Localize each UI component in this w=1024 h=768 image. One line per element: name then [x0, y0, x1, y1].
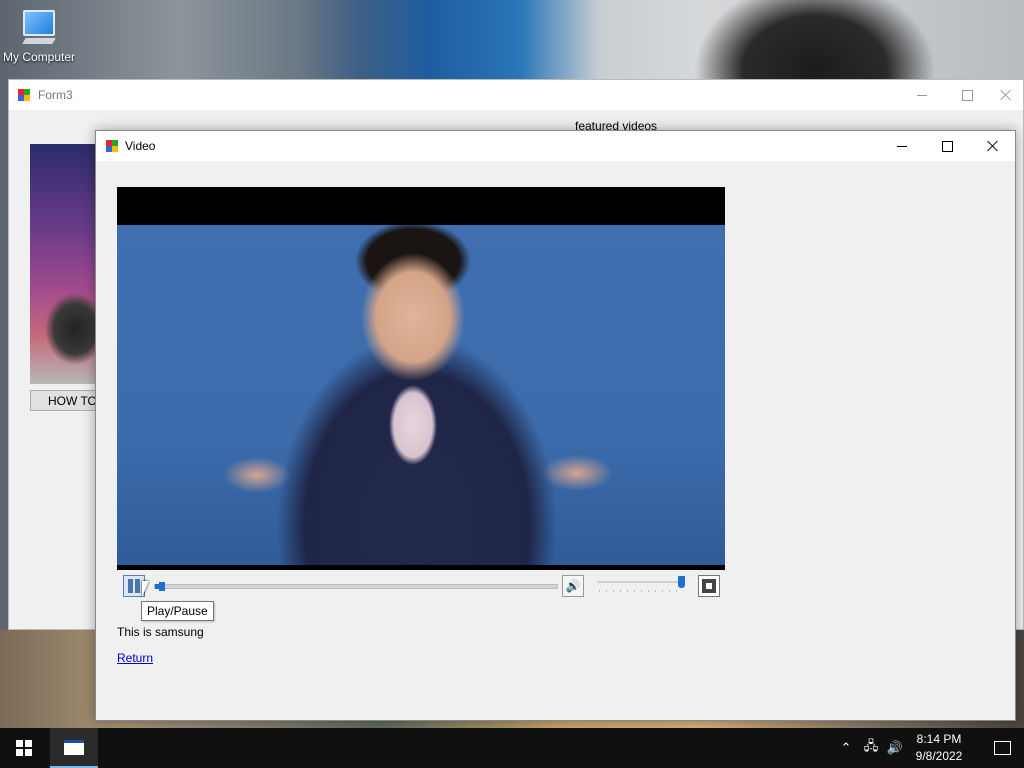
desktop-icon-label: My Computer: [2, 50, 76, 64]
chevron-up-icon[interactable]: ⌃: [836, 728, 856, 768]
maximize-button[interactable]: [944, 80, 990, 110]
video-titlebar[interactable]: Video: [96, 131, 1015, 161]
video-thumbnail[interactable]: [30, 144, 100, 384]
video-title: Video: [125, 139, 156, 153]
volume-slider[interactable]: [597, 581, 683, 583]
taskbar: ⌃ 🖧 🔊 8:14 PM 9/8/2022: [0, 728, 1024, 768]
close-button[interactable]: [989, 80, 1023, 110]
volume-thumb[interactable]: [678, 576, 685, 588]
minimize-button[interactable]: [899, 80, 945, 110]
fullscreen-button[interactable]: [698, 575, 720, 597]
maximize-icon: [961, 89, 973, 101]
network-icon[interactable]: 🖧: [860, 728, 882, 768]
app-icon: [106, 140, 118, 152]
windows-logo-icon: [16, 740, 32, 756]
minimize-icon: [897, 145, 907, 147]
video-player[interactable]: [117, 187, 725, 570]
video-caption: This is samsung: [117, 625, 204, 639]
speaker-icon: 🔊: [565, 579, 581, 593]
notification-icon: [993, 741, 1011, 755]
computer-icon: [23, 10, 55, 36]
clock-time: 8:14 PM: [916, 732, 962, 746]
window-app-icon: [64, 740, 84, 755]
volume-ticks: [599, 590, 683, 592]
maximize-button[interactable]: [924, 131, 970, 161]
desktop-icon-my-computer[interactable]: My Computer: [0, 10, 78, 64]
taskbar-clock[interactable]: 8:14 PM 9/8/2022: [906, 731, 972, 765]
player-controls: 🔊: [117, 574, 725, 598]
mouse-cursor: [142, 581, 156, 597]
video-frame: [117, 225, 725, 565]
app-icon: [18, 89, 30, 101]
volume-icon[interactable]: 🔊: [884, 728, 906, 768]
minimize-icon: [917, 94, 927, 96]
play-pause-tooltip: Play/Pause: [141, 601, 214, 621]
taskbar-app-button[interactable]: [50, 728, 98, 768]
form3-titlebar[interactable]: Form3: [9, 80, 1023, 110]
close-icon: [1000, 89, 1012, 101]
start-button[interactable]: [0, 728, 48, 768]
computer-icon-stand: [22, 38, 56, 44]
close-button[interactable]: [970, 131, 1016, 161]
video-window: Video 🔊 Play/Pause This is samsung Retur…: [95, 130, 1016, 721]
minimize-button[interactable]: [879, 131, 925, 161]
form3-title: Form3: [38, 88, 73, 102]
seek-bar[interactable]: [154, 582, 558, 591]
return-link[interactable]: Return: [117, 651, 153, 665]
seek-thumb[interactable]: [159, 582, 165, 591]
how-to-button[interactable]: HOW TO: [30, 390, 100, 411]
clock-date: 9/8/2022: [915, 749, 963, 763]
maximize-icon: [941, 140, 953, 152]
close-icon: [987, 140, 999, 152]
action-center-button[interactable]: [980, 728, 1024, 768]
mute-button[interactable]: 🔊: [562, 575, 584, 597]
